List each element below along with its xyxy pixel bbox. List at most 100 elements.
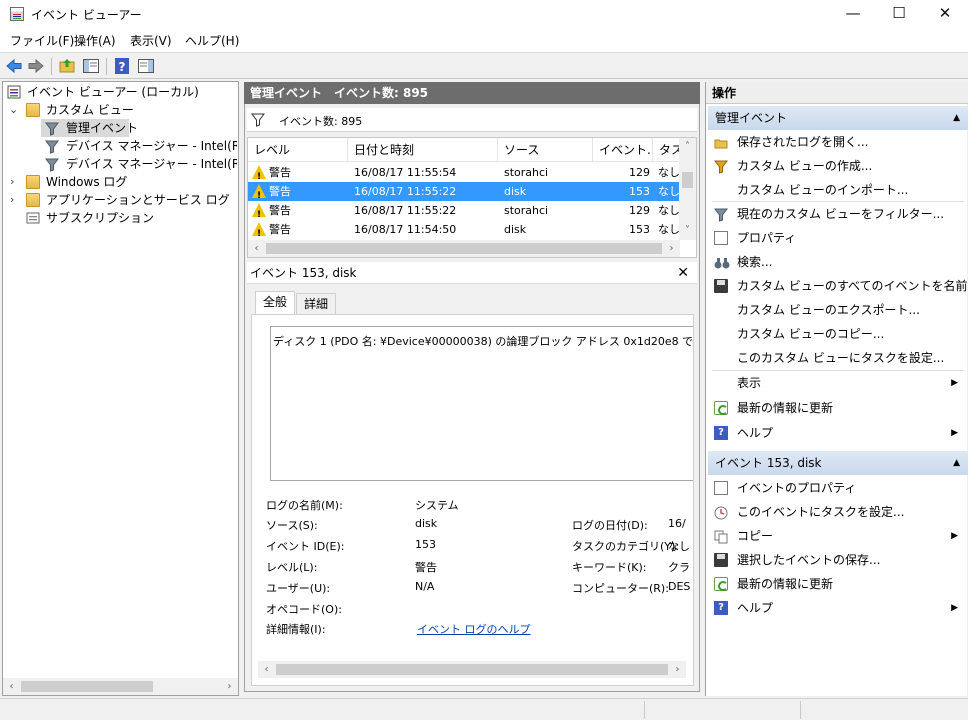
scroll-right-icon[interactable]: › (663, 240, 680, 257)
event-detail-title: イベント 153, disk (250, 266, 357, 280)
tree-item-custom-views[interactable]: ⌄ カスタム ビュー (7, 101, 187, 119)
action-attach-task-to-view[interactable]: このカスタム ビューにタスクを設定... (714, 347, 964, 369)
help-icon[interactable]: ? (113, 57, 131, 75)
tree-item-app-service-logs[interactable]: › アプリケーションとサービス ログ (7, 191, 230, 209)
window-title: イベント ビューアー (31, 8, 142, 22)
menu-help[interactable]: ヘルプ(H) (185, 32, 239, 49)
action-refresh[interactable]: 最新の情報に更新 (714, 573, 964, 595)
column-header-event-id[interactable]: イベント... (593, 138, 653, 162)
tree-horizontal-scrollbar[interactable]: ‹ › (3, 678, 238, 695)
action-save-selected-events[interactable]: 選択したイベントの保存... (714, 549, 964, 571)
forward-arrow-icon[interactable] (27, 57, 45, 75)
action-properties[interactable]: プロパティ (714, 227, 964, 249)
menu-action[interactable]: 操作(A) (74, 32, 116, 49)
scroll-right-icon[interactable]: › (221, 678, 238, 695)
event-task: なし (658, 185, 680, 198)
scroll-up-icon[interactable]: ˄ (679, 138, 696, 155)
menu-view[interactable]: 表示(V) (130, 32, 172, 49)
event-id-label: イベント ID(E): (266, 540, 345, 553)
scrollbar-thumb[interactable] (266, 243, 662, 254)
event-list-vertical-scrollbar[interactable]: ˄ ˅ (679, 138, 696, 240)
detail-horizontal-scrollbar[interactable]: ‹ › (258, 661, 686, 678)
tree-item-admin-events[interactable]: 管理イベント (41, 119, 138, 137)
close-button[interactable]: ✕ (922, 0, 968, 28)
status-divider (644, 701, 645, 719)
event-list-horizontal-scrollbar[interactable]: ‹ › (248, 240, 680, 257)
event-date: 16/08/17 11:55:22 (354, 204, 457, 217)
up-folder-icon[interactable] (58, 57, 76, 75)
column-header-date-time[interactable]: 日付と時刻 (348, 138, 498, 162)
action-help[interactable]: ? ヘルプ ▶ (714, 422, 964, 444)
scrollbar-thumb[interactable] (21, 681, 153, 692)
submenu-arrow-icon: ▶ (951, 531, 958, 541)
event-source: disk (504, 185, 527, 198)
event-viewer-icon (7, 85, 21, 99)
action-attach-task-to-event[interactable]: このイベントにタスクを設定... (714, 501, 964, 523)
event-level: 警告 (269, 185, 291, 198)
back-arrow-icon[interactable] (5, 57, 23, 75)
action-save-all-events[interactable]: カスタム ビューのすべてのイベントを名前を付... (714, 275, 968, 297)
properties-icon (714, 231, 728, 245)
event-row[interactable]: 警告 16/08/17 11:55:22 storahci 129 なし (248, 201, 680, 225)
event-message-box[interactable]: ディスク 1 (PDO 名: ¥Device¥00000038) の論理ブロック… (270, 326, 694, 481)
event-log-help-link[interactable]: イベント ログのヘルプ (417, 621, 531, 637)
close-detail-icon[interactable]: ✕ (677, 262, 689, 284)
event-row[interactable]: 警告 16/08/17 11:55:54 storahci 129 なし (248, 163, 680, 187)
action-open-saved-log[interactable]: 保存されたログを開く... (714, 131, 964, 153)
scroll-left-icon[interactable]: ‹ (248, 240, 265, 257)
action-create-custom-view[interactable]: カスタム ビューの作成... (714, 155, 964, 177)
scroll-left-icon[interactable]: ‹ (3, 678, 20, 695)
scroll-left-icon[interactable]: ‹ (258, 661, 275, 678)
minimize-button[interactable]: — (830, 0, 876, 28)
source-value: disk (415, 517, 438, 530)
event-level: 警告 (269, 166, 291, 179)
action-filter-current-view[interactable]: 現在のカスタム ビューをフィルター... (714, 203, 964, 225)
scrollbar-thumb[interactable] (682, 172, 693, 188)
column-header-task[interactable]: タスク (653, 138, 681, 162)
action-import-custom-view[interactable]: カスタム ビューのインポート... (714, 179, 964, 201)
actions-section-admin-events[interactable]: 管理イベント ▲ (708, 106, 968, 130)
actions-section-event[interactable]: イベント 153, disk ▲ (708, 451, 968, 475)
tab-details[interactable]: 詳細 (296, 293, 337, 315)
scrollbar-thumb[interactable] (276, 664, 668, 675)
collapse-caret-icon[interactable]: ▲ (953, 451, 960, 475)
keywords-value: クラ (668, 561, 690, 574)
action-label: このイベントにタスクを設定... (737, 505, 905, 519)
action-refresh[interactable]: 最新の情報に更新 (714, 397, 964, 419)
tree-item-windows-logs[interactable]: › Windows ログ (7, 173, 187, 191)
event-id: 153 (629, 223, 650, 236)
action-help[interactable]: ? ヘルプ ▶ (714, 597, 964, 619)
show-action-pane-icon[interactable] (137, 57, 155, 75)
event-row[interactable]: 警告 16/08/17 11:54:50 disk 153 なし (248, 220, 680, 244)
expand-chevron-icon[interactable]: › (10, 176, 20, 187)
tree-item-device-manager-1[interactable]: デバイス マネージャー - Intel(R) Iris(TI (45, 137, 237, 155)
tree-label-app-service-logs: アプリケーションとサービス ログ (46, 193, 230, 207)
maximize-button[interactable]: ☐ (876, 0, 922, 28)
tree-item-device-manager-2[interactable]: デバイス マネージャー - Intel(R) Iris(TI (45, 155, 237, 173)
action-export-custom-view[interactable]: カスタム ビューのエクスポート... (714, 299, 964, 321)
action-label: 最新の情報に更新 (737, 401, 834, 415)
show-hide-tree-icon[interactable] (82, 57, 100, 75)
event-message-text: ディスク 1 (PDO 名: ¥Device¥00000038) の論理ブロック… (273, 335, 694, 348)
action-copy[interactable]: コピー ▶ (714, 525, 964, 547)
column-header-source[interactable]: ソース (498, 138, 593, 162)
collapse-chevron-icon[interactable]: ⌄ (9, 104, 19, 115)
action-copy-custom-view[interactable]: カスタム ビューのコピー... (714, 323, 964, 345)
collapse-caret-icon[interactable]: ▲ (953, 106, 960, 130)
expand-chevron-icon[interactable]: › (10, 194, 20, 205)
refresh-icon (714, 577, 728, 591)
event-row-selected[interactable]: 警告 16/08/17 11:55:22 disk 153 なし (248, 182, 680, 206)
action-view-menu[interactable]: 表示 ▶ (714, 372, 964, 394)
scroll-right-icon[interactable]: › (669, 661, 686, 678)
menu-file[interactable]: ファイル(F) (10, 32, 74, 49)
action-event-properties[interactable]: イベントのプロパティ (714, 477, 964, 499)
action-find[interactable]: 検索... (714, 251, 964, 273)
tree-item-subscriptions[interactable]: サブスクリプション (7, 209, 187, 227)
section-title: イベント 153, disk (715, 456, 822, 470)
action-label: 表示 (737, 376, 762, 390)
tab-general[interactable]: 全般 (255, 291, 296, 315)
scroll-down-icon[interactable]: ˅ (679, 222, 696, 239)
event-date: 16/08/17 11:55:54 (354, 166, 457, 179)
action-label: イベントのプロパティ (737, 481, 857, 495)
column-header-level[interactable]: レベル (248, 138, 348, 162)
